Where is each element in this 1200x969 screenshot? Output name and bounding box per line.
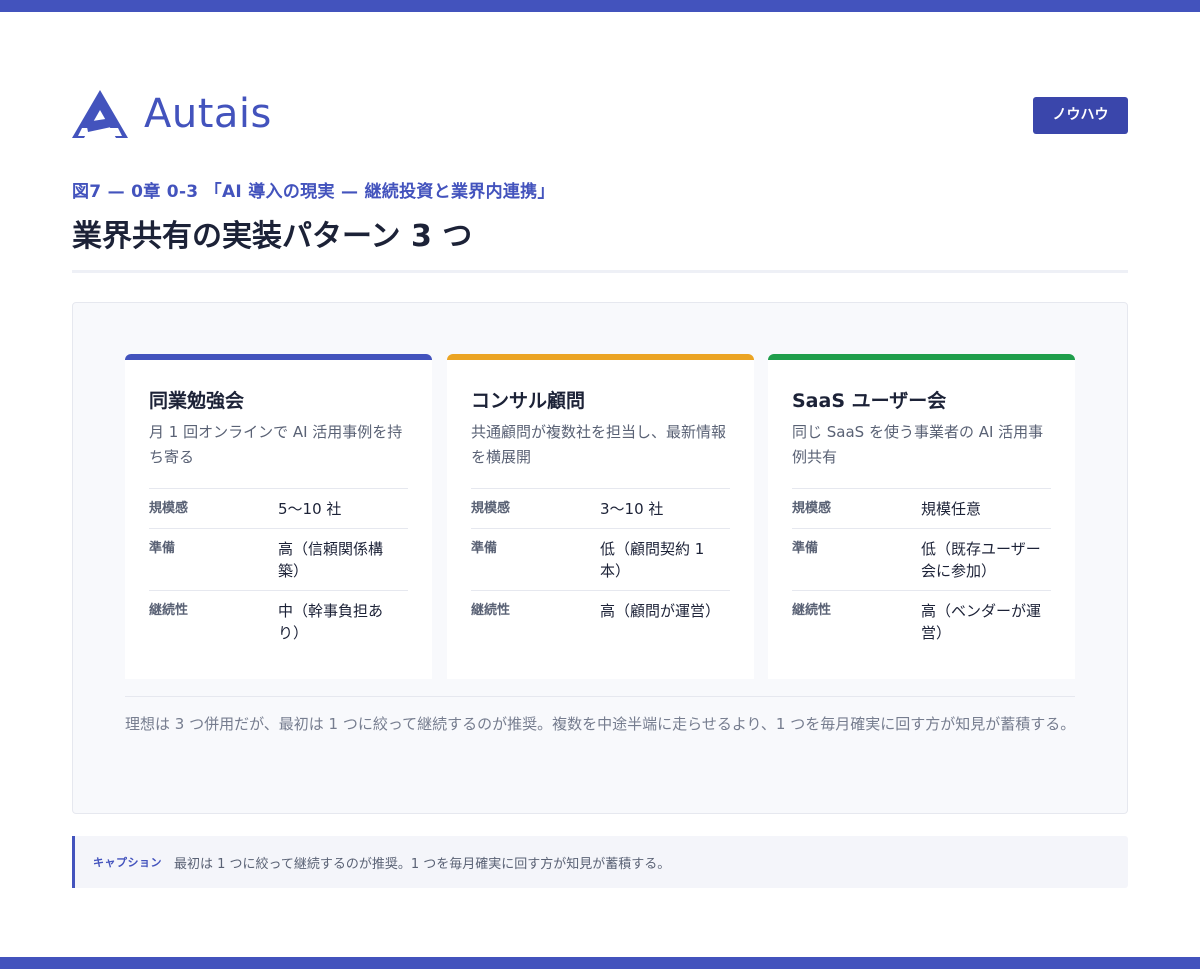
card-spec-table: 規模感 3〜10 社 準備 低（顧問契約 1 本） 継続性 高（顧問が運営） xyxy=(471,488,730,630)
spec-value: 高（顧問が運営） xyxy=(600,590,730,630)
card-accent-bar xyxy=(125,354,432,360)
card-accent-bar xyxy=(768,354,1075,360)
title-divider xyxy=(72,270,1128,273)
caption-label: キャプション xyxy=(93,856,162,869)
card-description: 月 1 回オンラインで AI 活用事例を持ち寄る xyxy=(149,423,403,466)
spec-value: 高（ベンダーが運営） xyxy=(921,590,1051,652)
pattern-card-saas-user-group: SaaS ユーザー会 同じ SaaS を使う事業者の AI 活用事例共有 規模感… xyxy=(768,354,1075,679)
spec-key: 準備 xyxy=(471,528,600,591)
category-tag: ノウハウ xyxy=(1033,97,1128,134)
spec-value: 3〜10 社 xyxy=(600,488,730,529)
recommendation-note: 理想は 3 つ併用だが、最初は 1 つに絞って継続するのが推奨。複数を中途半端に… xyxy=(125,715,1076,733)
spec-row: 準備 低（既存ユーザー会に参加） xyxy=(792,528,1051,591)
spec-key: 継続性 xyxy=(471,590,600,630)
spec-key: 規模感 xyxy=(149,488,278,529)
spec-value: 5〜10 社 xyxy=(278,488,408,529)
page: Autais ノウハウ 図7 — 0章 0-3 「AI 導入の現実 — 継続投資… xyxy=(0,0,1200,969)
spec-row: 規模感 5〜10 社 xyxy=(149,488,408,529)
figure-label: 図7 — 0章 0-3 「AI 導入の現実 — 継続投資と業界内連携」 xyxy=(72,182,555,202)
spec-row: 規模感 規模任意 xyxy=(792,488,1051,529)
top-accent-bar xyxy=(0,0,1200,12)
spec-row: 継続性 高（ベンダーが運営） xyxy=(792,590,1051,652)
autais-a-mark-icon xyxy=(72,90,128,138)
spec-value: 低（既存ユーザー会に参加） xyxy=(921,528,1051,591)
spec-value: 低（顧問契約 1 本） xyxy=(600,528,730,591)
spec-value: 規模任意 xyxy=(921,488,1051,529)
spec-key: 継続性 xyxy=(149,590,278,652)
card-description: 共通顧問が複数社を担当し、最新情報を横展開 xyxy=(471,423,727,466)
spec-value: 高（信頼関係構築） xyxy=(278,528,408,591)
figure-caption: キャプション 最初は 1 つに絞って継続するのが推奨。1 つを毎月確実に回す方が… xyxy=(72,836,1128,888)
brand-name: Autais xyxy=(144,91,272,137)
card-spec-table: 規模感 5〜10 社 準備 高（信頼関係構築） 継続性 中（幹事負担あり） xyxy=(149,488,408,652)
card-accent-bar xyxy=(447,354,754,360)
pattern-card-consultant: コンサル顧問 共通顧問が複数社を担当し、最新情報を横展開 規模感 3〜10 社 … xyxy=(447,354,754,679)
spec-key: 継続性 xyxy=(792,590,921,652)
brand-logo: Autais xyxy=(72,88,272,140)
spec-key: 準備 xyxy=(149,528,278,591)
pattern-card-study-group: 同業勉強会 月 1 回オンラインで AI 活用事例を持ち寄る 規模感 5〜10 … xyxy=(125,354,432,679)
spec-value: 中（幹事負担あり） xyxy=(278,590,408,652)
spec-key: 準備 xyxy=(792,528,921,591)
spec-row: 継続性 中（幹事負担あり） xyxy=(149,590,408,652)
note-divider xyxy=(125,696,1075,697)
spec-row: 規模感 3〜10 社 xyxy=(471,488,730,529)
card-spec-table: 規模感 規模任意 準備 低（既存ユーザー会に参加） 継続性 高（ベンダーが運営） xyxy=(792,488,1051,652)
spec-row: 準備 低（顧問契約 1 本） xyxy=(471,528,730,591)
spec-key: 規模感 xyxy=(792,488,921,529)
spec-row: 準備 高（信頼関係構築） xyxy=(149,528,408,591)
card-title: SaaS ユーザー会 xyxy=(792,390,947,412)
card-title: 同業勉強会 xyxy=(149,390,245,412)
spec-row: 継続性 高（顧問が運営） xyxy=(471,590,730,630)
bottom-accent-bar xyxy=(0,957,1200,969)
card-description: 同じ SaaS を使う事業者の AI 活用事例共有 xyxy=(792,423,1044,466)
card-title: コンサル顧問 xyxy=(471,390,586,412)
caption-text: 最初は 1 つに絞って継続するのが推奨。1 つを毎月確実に回す方が知見が蓄積する… xyxy=(174,856,671,872)
page-title: 業界共有の実装パターン 3 つ xyxy=(72,219,473,254)
spec-key: 規模感 xyxy=(471,488,600,529)
